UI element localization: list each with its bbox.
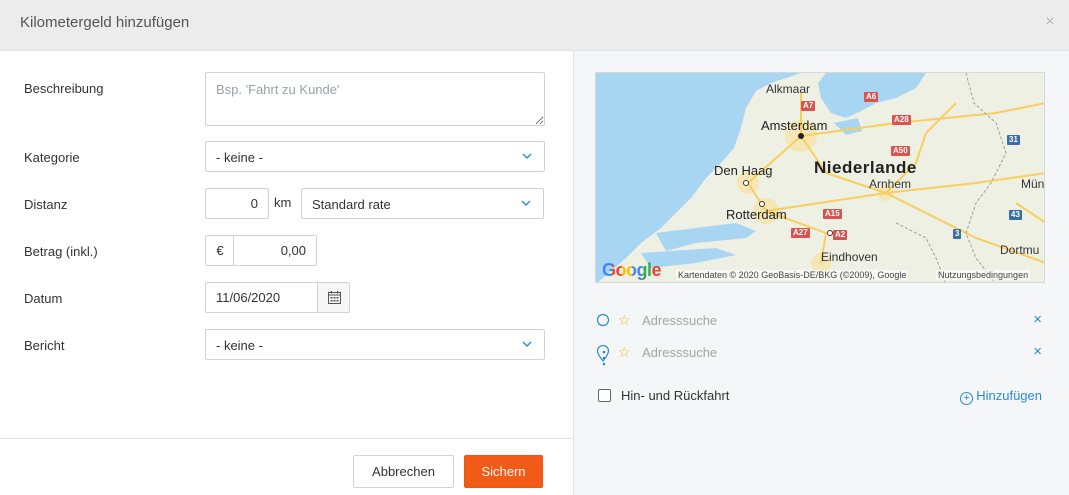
round-trip-label: Hin- und Rückfahrt [621, 388, 730, 403]
map-terms-link[interactable]: Nutzungsbedingungen [936, 270, 1031, 280]
road-shield-3: 3 [953, 229, 962, 239]
remove-start-icon[interactable]: × [1033, 311, 1042, 328]
date-input[interactable] [205, 282, 318, 313]
chevron-down-icon [522, 153, 532, 159]
close-icon[interactable]: × [1043, 14, 1057, 30]
form-panel: Beschreibung Kategorie - keine - Distanz… [0, 51, 573, 495]
footer-divider [0, 438, 573, 439]
plus-circle-icon: + [960, 392, 974, 405]
currency-addon: € [205, 235, 234, 266]
star-icon[interactable]: ☆ [618, 344, 631, 361]
map-label-rotterdam: Rotterdam [726, 207, 787, 222]
cancel-button[interactable]: Abbrechen [353, 455, 454, 488]
add-waypoint-label: Hinzufügen [976, 388, 1042, 403]
route-end-row: ☆ Adresssuche × [596, 343, 1046, 363]
category-label: Kategorie [24, 150, 80, 165]
road-shield-31: 31 [1007, 135, 1020, 145]
chevron-down-icon [521, 200, 531, 206]
road-shield-a28: A28 [892, 115, 911, 125]
road-shield-a6: A6 [864, 92, 879, 102]
remove-end-icon[interactable]: × [1033, 343, 1042, 360]
road-shield-43: 43 [1009, 210, 1022, 220]
description-label: Beschreibung [24, 81, 104, 96]
report-select[interactable]: - keine - [205, 329, 545, 360]
add-waypoint-button[interactable]: + Hinzufügen [960, 388, 1042, 405]
road-shield-a50: A50 [891, 146, 910, 156]
rate-value: Standard rate [312, 197, 391, 212]
map-label-amsterdam: Amsterdam [761, 118, 828, 133]
category-value: - keine - [216, 150, 263, 165]
report-label: Bericht [24, 338, 65, 353]
road-shield-a2: A2 [833, 230, 848, 240]
route-start-row: ☆ Adresssuche × [596, 311, 1046, 331]
date-label: Datum [24, 291, 63, 306]
map-label-country: Niederlande [814, 158, 917, 177]
modal-title: Kilometergeld hinzufügen [20, 14, 190, 31]
route-panel: Alkmaar Amsterdam Den Haag Rotterdam Nie… [573, 51, 1069, 495]
road-shield-a27: A27 [791, 228, 810, 238]
map-label-dortmund: Dortmu [1000, 243, 1040, 257]
map-label-munster: Mün [1021, 177, 1045, 191]
report-value: - keine - [216, 338, 263, 353]
route-map[interactable]: Alkmaar Amsterdam Den Haag Rotterdam Nie… [595, 72, 1045, 283]
description-input[interactable] [205, 72, 545, 126]
amount-input[interactable] [233, 235, 317, 266]
distance-unit: km [274, 195, 292, 210]
road-shield-a15: A15 [823, 209, 842, 219]
destination-pin-icon [596, 345, 610, 362]
road-shield-a7: A7 [801, 101, 816, 111]
start-circle-icon [596, 313, 610, 327]
amount-label: Betrag (inkl.) [24, 244, 98, 259]
map-label-den-haag: Den Haag [714, 163, 773, 178]
end-address-input[interactable]: Adresssuche [642, 345, 717, 360]
start-address-input[interactable]: Adresssuche [642, 313, 717, 328]
google-logo: Google [602, 260, 662, 280]
map-label-arnhem: Arnhem [869, 177, 912, 191]
category-select[interactable]: - keine - [205, 141, 545, 172]
save-button[interactable]: Sichern [464, 455, 543, 488]
modal-header: Kilometergeld hinzufügen × [0, 0, 1069, 51]
distance-label: Distanz [24, 197, 68, 212]
calendar-icon [328, 291, 341, 304]
chevron-down-icon [522, 341, 532, 347]
map-label-eindhoven: Eindhoven [821, 250, 878, 264]
rate-select[interactable]: Standard rate [301, 188, 544, 219]
star-icon[interactable]: ☆ [618, 312, 631, 329]
map-label-alkmaar: Alkmaar [766, 82, 811, 96]
round-trip-checkbox[interactable] [598, 389, 611, 402]
calendar-button[interactable] [317, 282, 350, 313]
map-attribution: Kartendaten © 2020 GeoBasis-DE/BKG (©200… [676, 270, 909, 280]
distance-input[interactable] [205, 188, 269, 219]
